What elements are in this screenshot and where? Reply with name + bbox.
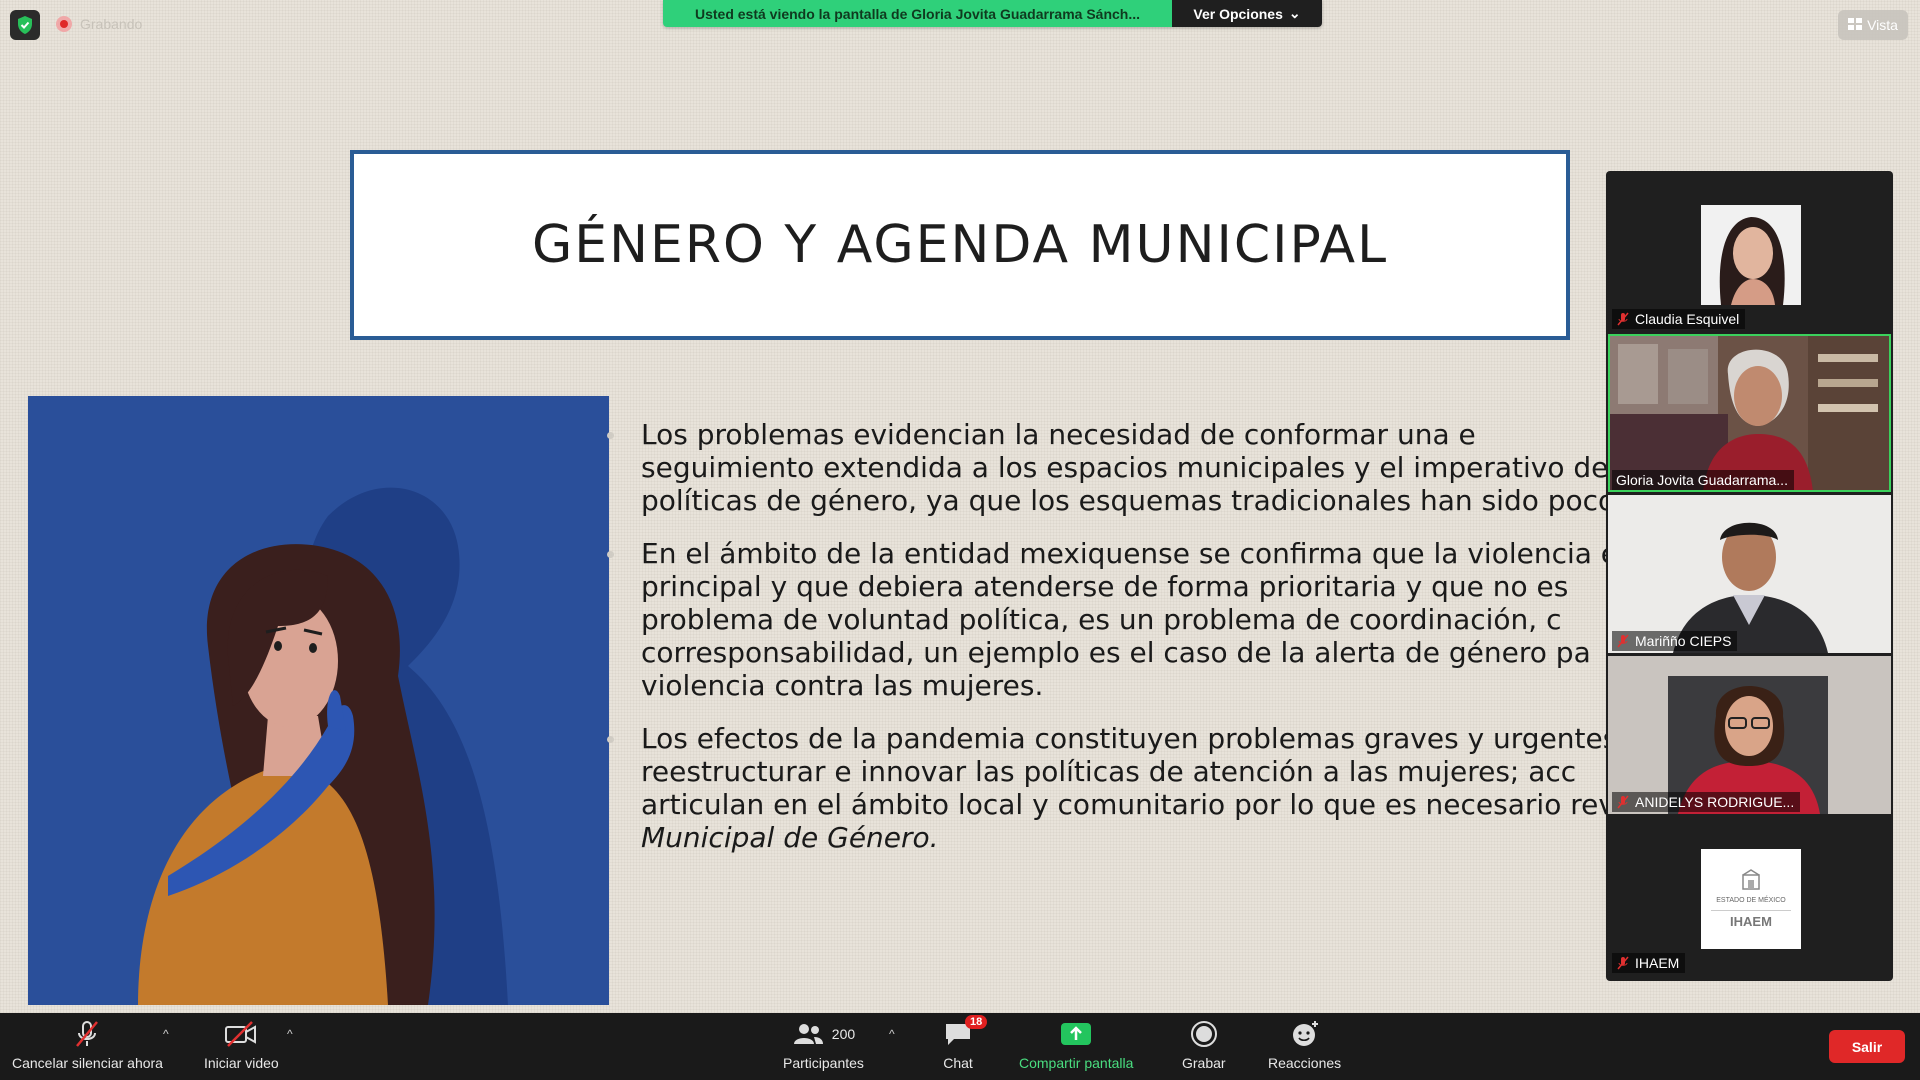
audio-options-caret-icon[interactable]: ^ xyxy=(163,1027,169,1041)
screen-share-banner: Usted está viendo la pantalla de Gloria … xyxy=(663,0,1322,27)
participant-name: ANIDELYS RODRIGUE... xyxy=(1635,794,1795,810)
share-screen-label: Compartir pantalla xyxy=(1019,1055,1134,1071)
text-line: reestructurar e innovar las políticas de… xyxy=(641,755,1577,788)
participant-name: Claudia Esquivel xyxy=(1635,311,1740,327)
participants-video-panel: Claudia Esquivel Gloria Jovita Guadarram… xyxy=(1606,171,1893,981)
participants-options-caret-icon[interactable]: ^ xyxy=(889,1027,895,1041)
slide-title: GÉNERO Y AGENDA MUNICIPAL xyxy=(531,215,1389,275)
video-options-caret-icon[interactable]: ^ xyxy=(287,1027,293,1041)
participant-name: Mariñño CIEPS xyxy=(1635,633,1732,649)
text-line: Municipal de Género. xyxy=(641,821,1641,854)
avatar xyxy=(1701,205,1801,305)
emblem-icon xyxy=(1742,869,1760,890)
participant-video xyxy=(1608,656,1891,814)
participant-name-tag: ANIDELYS RODRIGUE... xyxy=(1612,792,1801,812)
recording-label: Grabando xyxy=(80,16,143,32)
view-label: Vista xyxy=(1867,17,1898,33)
start-video-label: Iniciar video xyxy=(204,1055,279,1071)
grid-icon xyxy=(1848,17,1863,33)
text-line: Los efectos de la pandemia constituyen p… xyxy=(641,722,1641,755)
text-line: principal y que debiera atenderse de for… xyxy=(641,570,1569,603)
participant-tile-gloria[interactable]: Gloria Jovita Guadarrama... xyxy=(1608,334,1891,492)
participant-name-tag: Gloria Jovita Guadarrama... xyxy=(1612,470,1794,490)
participant-video xyxy=(1608,495,1891,653)
chat-button[interactable]: 18 Chat xyxy=(943,1015,988,1071)
record-label: Grabar xyxy=(1182,1055,1226,1071)
reactions-button[interactable]: Reacciones xyxy=(1268,1017,1341,1071)
participant-video xyxy=(1608,334,1891,492)
text-line: corresponsabilidad, un ejemplo es el cas… xyxy=(641,636,1591,669)
text-line: seguimiento extendida a los espacios mun… xyxy=(641,451,1626,484)
text-line: En el ámbito de la entidad mexiquense se… xyxy=(641,537,1619,570)
record-icon xyxy=(1190,1017,1218,1051)
record-button[interactable]: Grabar xyxy=(1182,1017,1226,1071)
participant-name-tag: Claudia Esquivel xyxy=(1612,309,1746,329)
slide-title-box: GÉNERO Y AGENDA MUNICIPAL xyxy=(350,150,1570,340)
meeting-toolbar: Cancelar silenciar ahora ^ Iniciar video… xyxy=(0,1013,1920,1080)
security-shield-icon[interactable] xyxy=(10,10,40,40)
logo-text: IHAEM xyxy=(1711,910,1791,929)
unmute-label: Cancelar silenciar ahora xyxy=(12,1055,163,1071)
video-off-icon xyxy=(224,1017,258,1051)
view-options-label: Ver Opciones xyxy=(1193,5,1283,22)
participant-tile-ihaem[interactable]: ESTADO DE MÉXICO IHAEM IHAEM xyxy=(1608,817,1891,975)
slide-bullet-3: Los efectos de la pandemia constituyen p… xyxy=(607,722,1641,854)
start-video-button[interactable]: Iniciar video xyxy=(204,1017,279,1071)
chat-icon: 18 xyxy=(943,1015,988,1051)
participant-tile-marinno[interactable]: Mariñño CIEPS xyxy=(1608,495,1891,653)
slide-illustration xyxy=(28,396,609,1005)
participants-count: 200 xyxy=(831,1026,856,1042)
italic-text: Municipal de Género. xyxy=(641,821,939,854)
mic-muted-icon xyxy=(1616,634,1630,648)
slide-bullet-1: Los problemas evidencian la necesidad de… xyxy=(607,418,1641,517)
share-screen-button[interactable]: Compartir pantalla xyxy=(1019,1017,1133,1071)
share-screen-icon xyxy=(1060,1017,1092,1051)
view-options-button[interactable]: Ver Opciones ⌄ xyxy=(1172,0,1322,27)
share-banner-text: Usted está viendo la pantalla de Gloria … xyxy=(663,0,1172,27)
slide-body-text: Los problemas evidencian la necesidad de… xyxy=(607,418,1641,874)
participants-button[interactable]: 200 Participantes xyxy=(783,1017,864,1071)
unmute-button[interactable]: Cancelar silenciar ahora xyxy=(12,1017,163,1071)
participant-name: Gloria Jovita Guadarrama... xyxy=(1616,472,1788,488)
smiley-icon xyxy=(1290,1017,1320,1051)
recording-indicator: Grabando xyxy=(56,16,142,32)
text-line: Los problemas evidencian la necesidad de… xyxy=(641,418,1476,451)
text-line: problema de voluntad política, es un pro… xyxy=(641,603,1562,636)
chevron-down-icon: ⌄ xyxy=(1288,5,1301,21)
text-line: violencia contra las mujeres. xyxy=(641,669,1044,702)
participant-name-tag: IHAEM xyxy=(1612,953,1686,973)
text-line: articulan en el ámbito local y comunitar… xyxy=(641,788,1615,821)
leave-button[interactable]: Salir xyxy=(1829,1030,1905,1063)
participants-icon-wrap: 200 xyxy=(792,1017,855,1051)
view-button[interactable]: Vista xyxy=(1838,10,1908,40)
participant-name-tag: Mariñño CIEPS xyxy=(1612,631,1738,651)
mic-muted-icon xyxy=(72,1017,102,1051)
chat-label: Chat xyxy=(943,1055,973,1071)
participant-name: IHAEM xyxy=(1635,955,1680,971)
participant-tile-claudia[interactable]: Claudia Esquivel xyxy=(1608,173,1891,331)
participants-label: Participantes xyxy=(783,1055,864,1071)
leave-label: Salir xyxy=(1851,1038,1883,1055)
text-line: políticas de género, ya que los esquemas… xyxy=(641,484,1641,517)
slide-bullet-2: En el ámbito de la entidad mexiquense se… xyxy=(607,537,1641,702)
recording-icon xyxy=(56,16,72,32)
participant-tile-anidelys[interactable]: ANIDELYS RODRIGUE... xyxy=(1608,656,1891,814)
mic-muted-icon xyxy=(1616,956,1630,970)
ihaem-logo: ESTADO DE MÉXICO IHAEM xyxy=(1701,849,1801,949)
chat-unread-badge: 18 xyxy=(965,1015,988,1029)
people-icon xyxy=(793,1024,823,1044)
mic-muted-icon xyxy=(1616,795,1630,809)
mic-muted-icon xyxy=(1616,312,1630,326)
logo-subtext: ESTADO DE MÉXICO xyxy=(1716,897,1786,904)
reactions-label: Reacciones xyxy=(1268,1055,1342,1071)
